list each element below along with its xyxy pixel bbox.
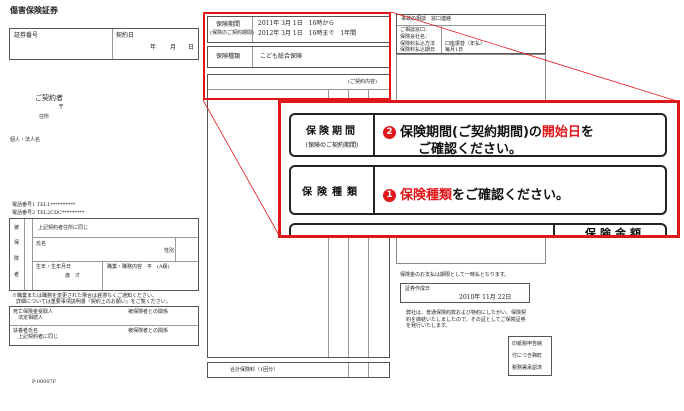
zoom-callout: 保険期間 (保険のご契約期間) 2 保険期間(ご契約期間)の開始日を ご確認くださ… bbox=[278, 100, 680, 238]
callout-partial-label: 保険金額 bbox=[585, 227, 645, 238]
callout-type-label-cell: 保険種類 bbox=[291, 167, 375, 213]
step-2-badge: 2 bbox=[383, 126, 396, 139]
callout-type-text: 1 保険種類をご確認ください。 bbox=[383, 184, 569, 203]
callout-period-text-red: 開始日 bbox=[541, 125, 581, 140]
callout-period-text-b: を bbox=[580, 125, 594, 140]
callout-period-text-c: ご確認ください。 bbox=[418, 142, 523, 157]
callout-type-text-b: をご確認ください。 bbox=[452, 188, 570, 203]
callout-type-label: 保険種類 bbox=[302, 186, 362, 198]
callout-type-text-red: 保険種類 bbox=[400, 188, 453, 203]
callout-period-row: 保険期間 (保険のご契約期間) 2 保険期間(ご契約期間)の開始日を ご確認くださ… bbox=[289, 113, 667, 157]
callout-period-label-cell: 保険期間 (保険のご契約期間) bbox=[291, 115, 375, 155]
callout-period-label: 保険期間 bbox=[306, 125, 358, 137]
callout-type-row: 保険種類 1 保険種類をご確認ください。 bbox=[289, 165, 667, 215]
callout-partial-row: 保険金額 bbox=[289, 223, 667, 238]
step-1-badge: 1 bbox=[383, 189, 396, 202]
callout-period-sublabel: (保険のご契約期間) bbox=[305, 141, 359, 149]
